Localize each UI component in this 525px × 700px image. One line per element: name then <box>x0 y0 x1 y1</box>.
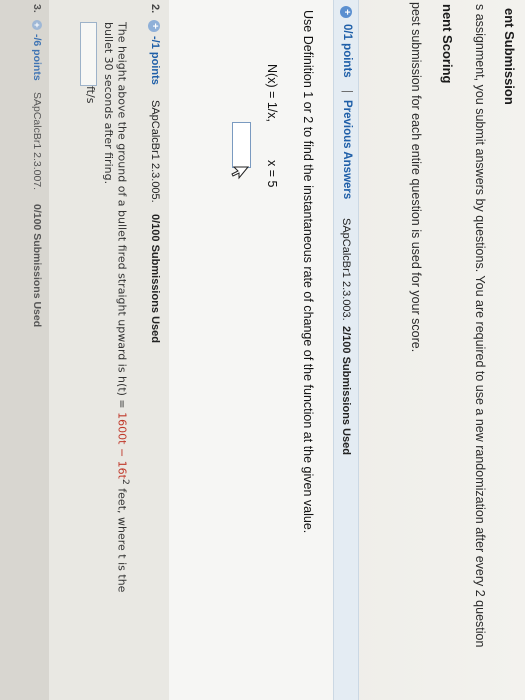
question-3-number: 3. <box>31 4 43 13</box>
question-3-header: 3. + -/6 points SApCalcBr1 2.3.007. 0/10… <box>27 0 43 700</box>
question-2-points: -/1 points <box>149 36 161 85</box>
question-3-submissions: 0/100 Submissions Used <box>31 204 43 328</box>
question-2-formula: 1600t − 16t <box>115 412 129 479</box>
question-2-text-a: The height above the ground of a bullet … <box>115 22 129 413</box>
question-1-header: + 0/1 points | Previous Answers SApCalcB… <box>333 0 359 700</box>
question-2-prompt: The height above the ground of a bullet … <box>115 22 131 592</box>
question-3: 3. + -/6 points SApCalcBr1 2.3.007. 0/10… <box>0 0 49 700</box>
instructions-text: s assignment, you submit answers by ques… <box>473 4 487 648</box>
expand-plus-icon[interactable]: + <box>32 20 42 30</box>
header-separator: | <box>341 90 353 93</box>
question-1-answer-input[interactable] <box>232 122 251 168</box>
question-1-ref: SApCalcBr1 2.3.003. <box>340 218 352 321</box>
scoring-title: nent Scoring <box>440 4 455 84</box>
question-2-text-c: bullet 30 seconds after firing. <box>102 22 115 185</box>
question-3-ref: SApCalcBr1 2.3.007. <box>31 92 43 191</box>
question-2: 2. + -/1 points SApCalcBr1 2.3.005. 0/10… <box>49 0 169 700</box>
question-2-submissions: 0/100 Submissions Used <box>149 214 161 343</box>
question-1-points: 0/1 points <box>341 24 353 78</box>
section-title: ent Submission <box>502 8 517 105</box>
rotated-page: ent Submission s assignment, you submit … <box>0 0 525 700</box>
question-1-prompt: Use Definition 1 or 2 to find the instan… <box>301 10 315 534</box>
question-2-text-b: feet, where t is the <box>115 484 129 593</box>
question-3-points: -/6 points <box>31 34 43 81</box>
scoring-text: pest submission for each entire question… <box>409 2 423 353</box>
mouse-cursor-icon <box>231 166 249 180</box>
question-2-answer-input[interactable] <box>80 22 97 86</box>
question-2-header: 2. + -/1 points SApCalcBr1 2.3.005. 0/10… <box>143 0 161 700</box>
expand-plus-icon[interactable]: + <box>340 6 352 18</box>
question-2-unit: ft/s <box>84 86 97 104</box>
question-1: + 0/1 points | Previous Answers SApCalcB… <box>169 0 359 700</box>
question-1-function: N(x) = 1/x, <box>265 64 279 122</box>
previous-answers-link[interactable]: Previous Answers <box>341 100 353 199</box>
question-1-submissions: 2/100 Submissions Used <box>340 326 352 455</box>
question-2-ref: SApCalcBr1 2.3.005. <box>149 100 161 203</box>
question-1-value: x = 5 <box>265 160 279 188</box>
question-2-number: 2. <box>149 4 161 14</box>
expand-plus-icon[interactable]: + <box>148 20 160 32</box>
